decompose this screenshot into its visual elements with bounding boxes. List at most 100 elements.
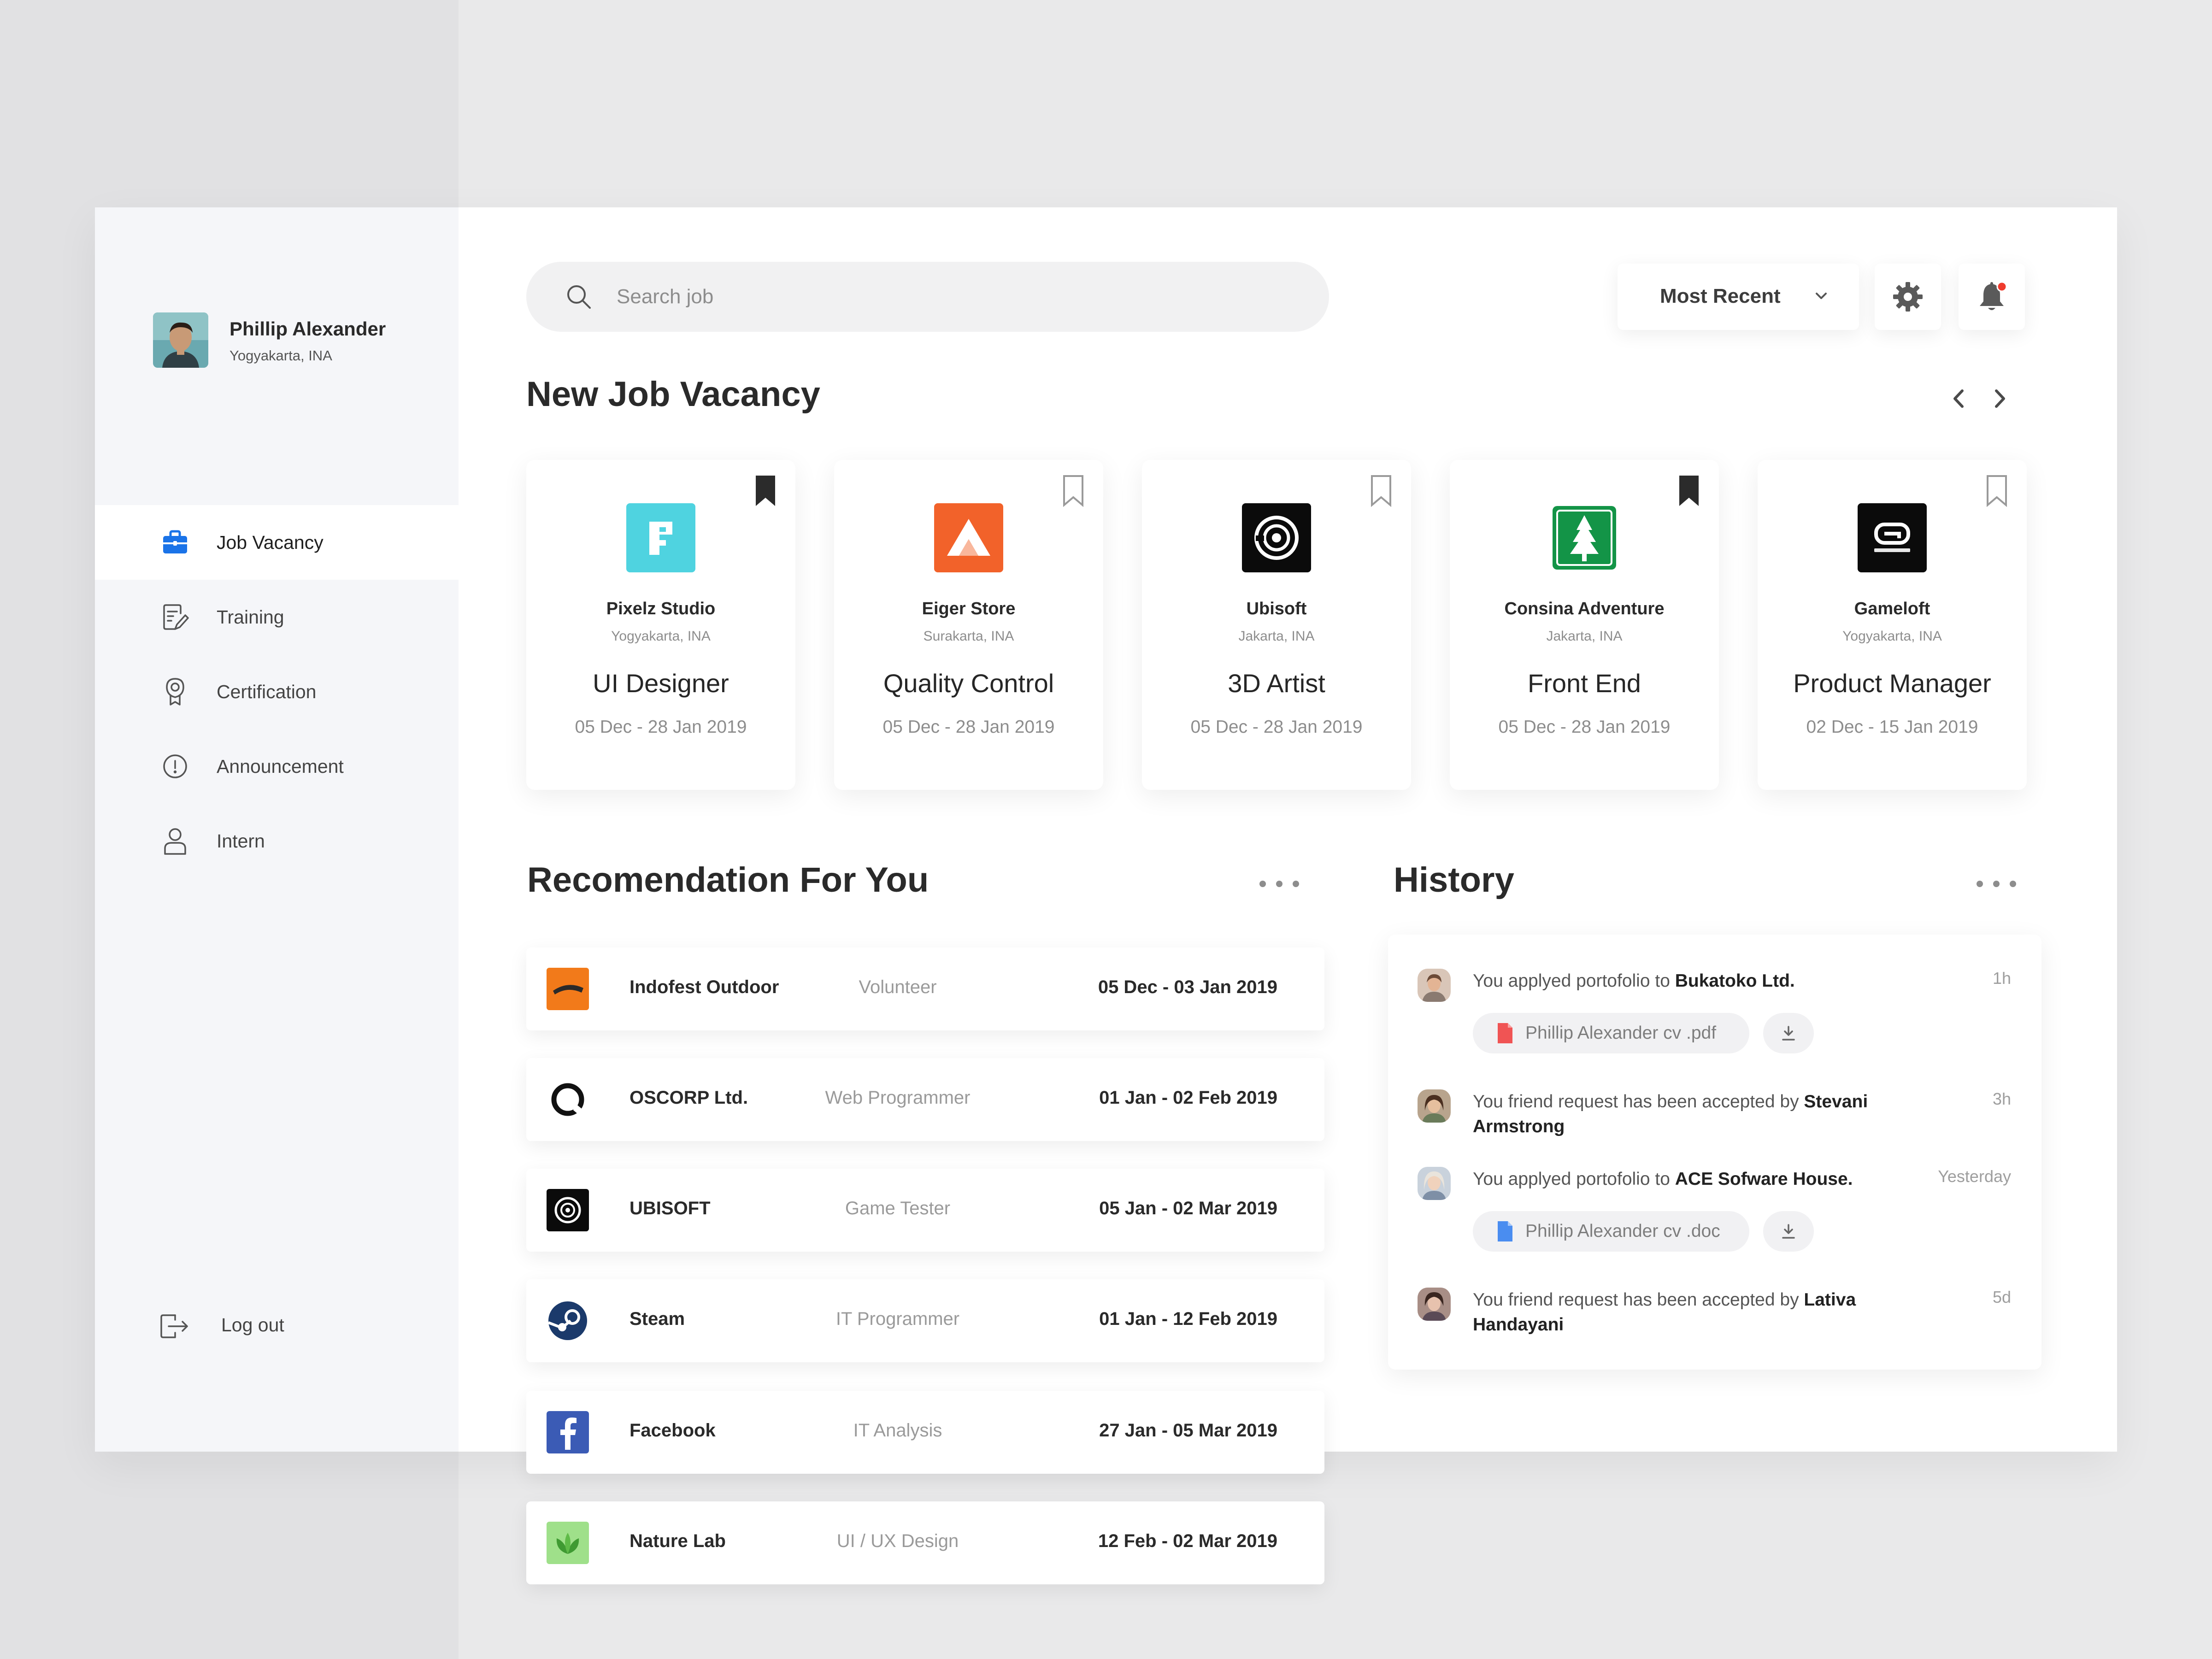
settings-button[interactable] — [1875, 264, 1941, 330]
sidebar-item-certification[interactable]: Certification — [95, 654, 459, 729]
job-title: Front End — [1528, 669, 1641, 698]
history-highlight: Bukatoko Ltd. — [1675, 971, 1795, 991]
job-card[interactable]: Ubisoft Jakarta, INA 3D Artist 05 Dec - … — [1142, 460, 1411, 790]
recommendation-row[interactable]: Indofest Outdoor Volunteer 05 Dec - 03 J… — [526, 947, 1324, 1030]
award-icon — [166, 678, 184, 706]
attachment-name: Phillip Alexander cv .pdf — [1525, 1023, 1717, 1043]
job-dates: 12 Feb - 02 Mar 2019 — [1098, 1531, 1277, 1551]
chevron-right-icon[interactable] — [1987, 382, 2013, 415]
recommendation-row[interactable]: Nature Lab UI / UX Design 12 Feb - 02 Ma… — [526, 1501, 1324, 1584]
sort-selected-value: Most Recent — [1660, 285, 1781, 307]
job-card[interactable]: Gameloft Yogyakarta, INA Product Manager… — [1758, 460, 2027, 790]
company-logo — [626, 503, 695, 572]
job-role: Game Tester — [845, 1198, 951, 1218]
download-button[interactable] — [1763, 1211, 1814, 1252]
company-logo — [547, 1189, 589, 1231]
company-name: Gameloft — [1854, 599, 1930, 618]
bookmark-icon[interactable] — [1677, 475, 1700, 507]
user-location: Yogyakarta, INA — [229, 347, 332, 364]
search-icon — [567, 285, 591, 309]
sidebar-item-announcement[interactable]: Announcement — [95, 729, 459, 804]
doc-file-icon — [1498, 1221, 1512, 1241]
more-options-icon[interactable] — [1257, 878, 1301, 889]
history-time: Yesterday — [1938, 1167, 2011, 1186]
history-text: You applyed portofolio to Bukatoko Ltd. — [1473, 971, 1795, 991]
job-title: UI Designer — [593, 669, 729, 698]
company-name: Nature Lab — [629, 1531, 726, 1551]
company-name: Eiger Store — [922, 599, 1016, 618]
sidebar-item-job-vacancy[interactable]: Job Vacancy — [95, 505, 459, 580]
company-logo — [547, 1411, 589, 1453]
company-logo — [547, 1300, 589, 1342]
recommendation-row[interactable]: Steam IT Programmer 01 Jan - 12 Feb 2019 — [526, 1279, 1324, 1362]
company-location: Yogyakarta, INA — [1842, 629, 1942, 644]
company-logo — [934, 503, 1003, 572]
job-card[interactable]: Eiger Store Surakarta, INA Quality Contr… — [834, 460, 1103, 790]
job-role: Volunteer — [859, 977, 937, 997]
job-dates: 05 Dec - 28 Jan 2019 — [882, 717, 1055, 737]
company-name: Facebook — [629, 1420, 716, 1441]
company-location: Jakarta, INA — [1238, 629, 1315, 644]
sidebar-item-label: Job Vacancy — [217, 531, 324, 553]
attachment-name: Phillip Alexander cv .doc — [1525, 1221, 1720, 1241]
company-logo — [547, 1078, 589, 1121]
sidebar-nav: Job Vacancy Training Certification Annou… — [95, 505, 459, 878]
bookmark-icon[interactable] — [1370, 475, 1393, 507]
attachment-chip[interactable]: Phillip Alexander cv .pdf — [1473, 1013, 1749, 1053]
job-dates: 05 Dec - 03 Jan 2019 — [1098, 977, 1277, 997]
recommendation-row[interactable]: OSCORP Ltd. Web Programmer 01 Jan - 02 F… — [526, 1058, 1324, 1141]
download-button[interactable] — [1763, 1013, 1814, 1053]
chevron-down-icon — [1816, 293, 1827, 299]
job-card[interactable]: Pixelz Studio Yogyakarta, INA UI Designe… — [526, 460, 795, 790]
notifications-button[interactable] — [1959, 264, 2025, 330]
bell-icon — [1980, 281, 2007, 310]
sidebar-item-intern[interactable]: Intern — [95, 804, 459, 878]
download-icon — [1782, 1224, 1795, 1239]
sidebar-item-label: Announcement — [217, 755, 344, 777]
avatar — [1418, 1288, 1451, 1321]
job-title: 3D Artist — [1228, 669, 1325, 698]
section-title-vacancy: New Job Vacancy — [526, 375, 820, 414]
chevron-left-icon[interactable] — [1946, 382, 1971, 415]
sidebar-item-label: Training — [217, 606, 284, 628]
bookmark-icon[interactable] — [754, 475, 777, 507]
avatar[interactable] — [153, 312, 208, 368]
job-title: Product Manager — [1793, 669, 1991, 698]
job-role: IT Analysis — [853, 1420, 942, 1441]
company-logo — [547, 1522, 589, 1564]
job-role: Web Programmer — [825, 1088, 971, 1108]
job-title: Quality Control — [883, 669, 1054, 698]
history-text: You friend request has been accepted by … — [1473, 1290, 1856, 1335]
sidebar-item-label: Intern — [217, 830, 265, 852]
more-options-icon[interactable] — [1974, 878, 2018, 889]
sidebar-item-training[interactable]: Training — [95, 580, 459, 654]
section-title-recommendation: Recomendation For You — [527, 860, 929, 900]
job-dates: 05 Dec - 28 Jan 2019 — [1190, 717, 1363, 737]
user-icon — [164, 828, 186, 855]
alert-circle-icon — [163, 754, 187, 778]
job-dates: 05 Dec - 28 Jan 2019 — [1498, 717, 1671, 737]
job-dates: 27 Jan - 05 Mar 2019 — [1099, 1420, 1277, 1441]
logout-icon — [160, 1314, 188, 1338]
job-role: UI / UX Design — [836, 1531, 959, 1551]
job-role: IT Programmer — [835, 1309, 960, 1329]
company-name: Steam — [629, 1309, 685, 1329]
recommendation-row[interactable]: UBISOFT Game Tester 05 Jan - 02 Mar 2019 — [526, 1169, 1324, 1252]
history-time: 3h — [1992, 1089, 2011, 1108]
job-card[interactable]: Consina Adventure Jakarta, INA Front End… — [1450, 460, 1719, 790]
gear-icon — [1893, 282, 1923, 312]
recommendation-row[interactable]: Facebook IT Analysis 27 Jan - 05 Mar 201… — [526, 1391, 1324, 1474]
search-input[interactable]: Search job — [526, 262, 1329, 332]
history-text: You friend request has been accepted by … — [1473, 1092, 1868, 1136]
logout-button[interactable]: Log out — [159, 1310, 344, 1343]
company-name: Ubisoft — [1246, 599, 1307, 618]
avatar — [1418, 1167, 1451, 1200]
bookmark-icon[interactable] — [1985, 475, 2008, 507]
company-name: Pixelz Studio — [606, 599, 716, 618]
bookmark-icon[interactable] — [1062, 475, 1085, 507]
company-name: UBISOFT — [629, 1198, 711, 1218]
attachment-chip[interactable]: Phillip Alexander cv .doc — [1473, 1211, 1749, 1252]
section-title-history: History — [1394, 860, 1514, 900]
history-panel: You applyed portofolio to Bukatoko Ltd. … — [1388, 935, 2041, 1370]
sort-dropdown[interactable]: Most Recent — [1618, 264, 1859, 330]
